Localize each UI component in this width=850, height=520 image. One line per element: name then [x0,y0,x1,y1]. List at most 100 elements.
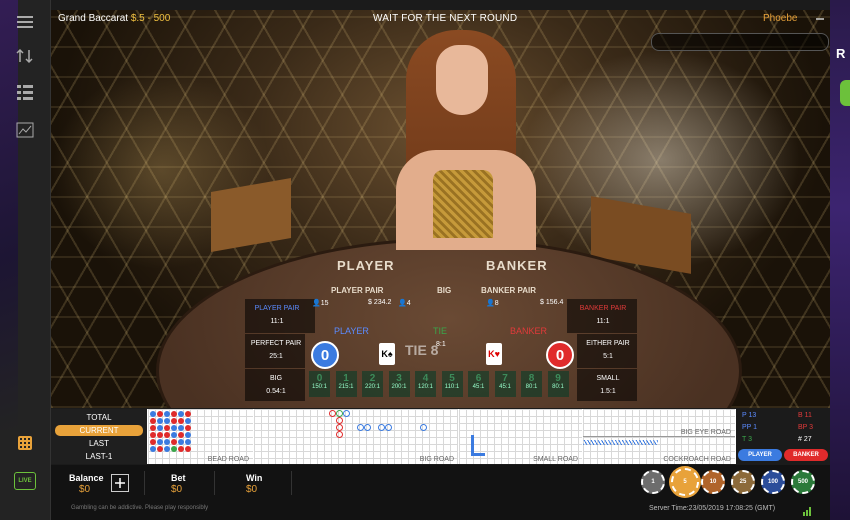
filter-total[interactable]: TOTAL [55,412,143,423]
tie-number-odds: 45:1 [472,384,485,390]
tie-number-bet-7[interactable]: 7 45:1 [494,371,516,397]
minimize-icon[interactable] [814,12,826,24]
tie-number-bet-9[interactable]: 9 80:1 [547,371,569,397]
chip-10[interactable]: 10 [701,470,725,494]
statistics-panel: P 13 B 11 PP 1 BP 3 T 3 # 27 PLAYER BANK… [736,409,830,464]
tie-number-odds: 120:1 [417,384,433,390]
chip-25[interactable]: 25 [731,470,755,494]
banker-pair-odds: 11:1 [596,318,610,325]
tie-number-digit: 2 [369,373,376,384]
bead-dot [157,418,163,424]
bead-dot [178,446,184,452]
tie-number-bet-5[interactable]: 5 110:1 [441,371,463,397]
add-funds-button[interactable] [111,474,129,492]
banker-bettors-count: 👤8 [486,299,499,307]
tie-number-odds: 220:1 [364,384,380,390]
bead-dot [150,439,156,445]
bead-dot [178,425,184,431]
bead-dot [178,439,184,445]
banker-bet-total: $ 156.4 [540,299,564,306]
bead-dot [171,418,177,424]
tie-number-bet-8[interactable]: 8 80:1 [521,371,542,397]
big-eye-road-label: BIG EYE ROAD [680,429,731,436]
bead-dot [157,446,163,452]
bead-dot [150,411,156,417]
player-bettors-value: 15 [320,300,329,307]
win-label: Win [246,473,263,483]
bead-dot [185,411,191,417]
player-bet-label: PLAYER [334,326,369,336]
tie-number-odds: 215:1 [338,384,354,390]
tie-number-bet-1[interactable]: 1 215:1 [335,371,357,397]
banker-score: 0 [546,341,574,369]
bead-dot [164,425,170,431]
player-card: K♠ [379,343,395,365]
filter-current[interactable]: CURRENT [55,425,143,436]
big-road-mark [336,417,343,424]
list-view-icon[interactable] [12,82,38,104]
chip-5[interactable]: 5 [671,468,699,496]
tie-number-odds: 80:1 [525,384,538,390]
bead-dot [171,411,177,417]
divider [144,471,145,495]
server-time: Server Time:23/05/2019 17:08:25 (GMT) [649,505,776,512]
chat-input[interactable] [651,33,829,51]
responsible-gambling-note: Gambling can be addictive. Please play r… [71,505,209,511]
plus-icon [115,478,125,488]
tie-number-bet-6[interactable]: 6 45:1 [468,371,489,397]
balance-label: Balance [69,473,104,483]
tie-number-digit: 9 [555,373,561,384]
player-pair-odds: 11:1 [270,318,284,325]
cockroach-road-marks [583,440,658,445]
tie-number-bet-4[interactable]: 4 120:1 [415,371,436,397]
table-title: Grand Baccarat $.5 - 500 [58,13,170,24]
bead-dot [150,446,156,452]
menu-icon[interactable] [12,11,38,33]
big-road-mark [385,424,392,431]
side-panel-button[interactable] [840,80,850,106]
table-name: Grand Baccarat [58,13,129,24]
stat-banker: B 11 [798,412,812,419]
player-predict-button[interactable]: PLAYER [738,449,782,461]
filter-last[interactable]: LAST [55,438,143,449]
banker-predict-button[interactable]: BANKER [784,449,828,461]
bead-dot [157,432,163,438]
divider [214,471,215,495]
tie-number-bet-0[interactable]: 0 150:1 [309,371,330,397]
chip-100[interactable]: 100 [761,470,785,494]
tie-number-bet-2[interactable]: 2 220:1 [362,371,383,397]
chip-1[interactable]: 1 [641,470,665,494]
bead-dot [157,425,163,431]
sort-icon[interactable] [12,45,38,67]
big-road-mark [329,410,336,417]
bead-dot [178,432,184,438]
tie-number-bet-3[interactable]: 3 200:1 [388,371,410,397]
stat-tie-value: 3 [748,436,753,443]
tie-number-odds: 45:1 [499,384,511,390]
tie-number-digit: 6 [475,373,482,384]
chip-500[interactable]: 500 [791,470,815,494]
filter-last-1[interactable]: LAST-1 [55,451,143,462]
big-road-mark [336,431,343,438]
bead-dot [164,432,170,438]
small-bet-odds: 1.5:1 [600,388,616,395]
player-bettors-count: 👤15 [312,299,329,307]
small-road-label: SMALL ROAD [533,456,578,463]
felt-banker-pair: BANKER PAIR [481,286,536,295]
user-icon: 👤 [486,300,495,307]
big-road-mark [420,424,427,431]
big-road-mark [336,410,343,417]
bead-dot [171,446,177,452]
stat-tie: T 3 [742,436,752,443]
side-panel-letter: R [836,46,846,61]
felt-big: BIG [437,286,452,295]
small-bet-zone[interactable] [577,369,637,401]
calculator-icon[interactable] [12,432,38,454]
statistics-chart-icon[interactable] [12,119,38,141]
scoreboard: TOTAL CURRENT LAST LAST-1 BEAD ROAD BIG … [51,409,830,464]
bead-dot [164,446,170,452]
live-icon[interactable]: LIVE [12,470,38,492]
big-bet-zone[interactable] [245,369,305,401]
banker-pair-label: BANKER PAIR [579,305,627,312]
big-road: BIG ROAD [254,409,458,464]
